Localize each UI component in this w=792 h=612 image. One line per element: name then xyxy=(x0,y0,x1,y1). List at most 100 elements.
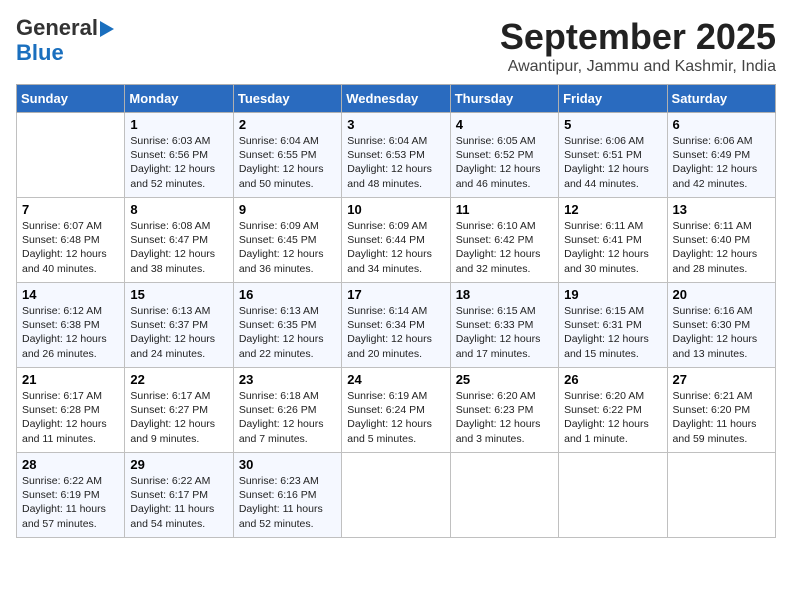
weekday-header-cell: Tuesday xyxy=(233,85,341,113)
calendar-week-row: 21Sunrise: 6:17 AM Sunset: 6:28 PM Dayli… xyxy=(17,368,776,453)
day-info: Sunrise: 6:09 AM Sunset: 6:44 PM Dayligh… xyxy=(347,219,444,276)
day-number: 6 xyxy=(673,117,770,132)
day-number: 11 xyxy=(456,202,553,217)
day-number: 29 xyxy=(130,457,227,472)
calendar-day-cell: 2 Sunrise: 6:04 AM Sunset: 6:55 PM Daylig… xyxy=(233,113,341,198)
day-info: Sunrise: 6:20 AM Sunset: 6:23 PM Dayligh… xyxy=(456,389,553,446)
calendar-day-cell: 30 Sunrise: 6:23 AM Sunset: 6:16 PM Dayli… xyxy=(233,453,341,538)
logo-blue: Blue xyxy=(16,40,64,66)
calendar-day-cell xyxy=(667,453,775,538)
day-info: Sunrise: 6:21 AM Sunset: 6:20 PM Dayligh… xyxy=(673,389,770,446)
day-number: 24 xyxy=(347,372,444,387)
day-info: Sunrise: 6:15 AM Sunset: 6:33 PM Dayligh… xyxy=(456,304,553,361)
day-info: Sunrise: 6:12 AM Sunset: 6:38 PM Dayligh… xyxy=(22,304,119,361)
day-number: 7 xyxy=(22,202,119,217)
location-subtitle: Awantipur, Jammu and Kashmir, India xyxy=(500,58,776,76)
day-info: Sunrise: 6:14 AM Sunset: 6:34 PM Dayligh… xyxy=(347,304,444,361)
day-number: 15 xyxy=(130,287,227,302)
day-info: Sunrise: 6:05 AM Sunset: 6:52 PM Dayligh… xyxy=(456,134,553,191)
weekday-header-cell: Monday xyxy=(125,85,233,113)
calendar-week-row: 1Sunrise: 6:03 AM Sunset: 6:56 PM Daylig… xyxy=(17,113,776,198)
day-info: Sunrise: 6:19 AM Sunset: 6:24 PM Dayligh… xyxy=(347,389,444,446)
day-number: 25 xyxy=(456,372,553,387)
day-number: 4 xyxy=(456,117,553,132)
day-number: 13 xyxy=(673,202,770,217)
calendar-day-cell xyxy=(559,453,667,538)
day-number: 18 xyxy=(456,287,553,302)
day-number: 17 xyxy=(347,287,444,302)
calendar-day-cell: 1Sunrise: 6:03 AM Sunset: 6:56 PM Daylig… xyxy=(125,113,233,198)
weekday-header-cell: Friday xyxy=(559,85,667,113)
calendar-day-cell: 5 Sunrise: 6:06 AM Sunset: 6:51 PM Daylig… xyxy=(559,113,667,198)
calendar-day-cell: 12 Sunrise: 6:11 AM Sunset: 6:41 PM Dayli… xyxy=(559,198,667,283)
calendar-day-cell: 22Sunrise: 6:17 AM Sunset: 6:27 PM Dayli… xyxy=(125,368,233,453)
logo: General Blue xyxy=(16,16,122,66)
calendar-day-cell xyxy=(342,453,450,538)
calendar-day-cell: 18 Sunrise: 6:15 AM Sunset: 6:33 PM Dayli… xyxy=(450,283,558,368)
day-info: Sunrise: 6:06 AM Sunset: 6:49 PM Dayligh… xyxy=(673,134,770,191)
day-info: Sunrise: 6:15 AM Sunset: 6:31 PM Dayligh… xyxy=(564,304,661,361)
day-info: Sunrise: 6:23 AM Sunset: 6:16 PM Dayligh… xyxy=(239,474,336,531)
day-info: Sunrise: 6:18 AM Sunset: 6:26 PM Dayligh… xyxy=(239,389,336,446)
day-number: 5 xyxy=(564,117,661,132)
day-info: Sunrise: 6:06 AM Sunset: 6:51 PM Dayligh… xyxy=(564,134,661,191)
calendar-day-cell: 29 Sunrise: 6:22 AM Sunset: 6:17 PM Dayli… xyxy=(125,453,233,538)
calendar-day-cell: 10 Sunrise: 6:09 AM Sunset: 6:44 PM Dayli… xyxy=(342,198,450,283)
day-number: 27 xyxy=(673,372,770,387)
day-info: Sunrise: 6:10 AM Sunset: 6:42 PM Dayligh… xyxy=(456,219,553,276)
day-info: Sunrise: 6:09 AM Sunset: 6:45 PM Dayligh… xyxy=(239,219,336,276)
day-info: Sunrise: 6:13 AM Sunset: 6:35 PM Dayligh… xyxy=(239,304,336,361)
calendar-day-cell: 13 Sunrise: 6:11 AM Sunset: 6:40 PM Dayli… xyxy=(667,198,775,283)
calendar-day-cell: 4 Sunrise: 6:05 AM Sunset: 6:52 PM Daylig… xyxy=(450,113,558,198)
calendar-day-cell: 25 Sunrise: 6:20 AM Sunset: 6:23 PM Dayli… xyxy=(450,368,558,453)
day-info: Sunrise: 6:22 AM Sunset: 6:19 PM Dayligh… xyxy=(22,474,119,531)
weekday-header-cell: Thursday xyxy=(450,85,558,113)
day-number: 30 xyxy=(239,457,336,472)
weekday-header-cell: Wednesday xyxy=(342,85,450,113)
calendar-day-cell: 7 Sunrise: 6:07 AM Sunset: 6:48 PM Daylig… xyxy=(17,198,125,283)
calendar-day-cell: 8 Sunrise: 6:08 AM Sunset: 6:47 PM Daylig… xyxy=(125,198,233,283)
calendar-day-cell: 11 Sunrise: 6:10 AM Sunset: 6:42 PM Dayli… xyxy=(450,198,558,283)
day-info: Sunrise: 6:04 AM Sunset: 6:53 PM Dayligh… xyxy=(347,134,444,191)
calendar-day-cell: 6 Sunrise: 6:06 AM Sunset: 6:49 PM Daylig… xyxy=(667,113,775,198)
day-number: 26 xyxy=(564,372,661,387)
day-info: Sunrise: 6:22 AM Sunset: 6:17 PM Dayligh… xyxy=(130,474,227,531)
calendar-day-cell: 3 Sunrise: 6:04 AM Sunset: 6:53 PM Daylig… xyxy=(342,113,450,198)
calendar-day-cell: 24 Sunrise: 6:19 AM Sunset: 6:24 PM Dayli… xyxy=(342,368,450,453)
logo-arrow-icon xyxy=(100,19,122,39)
calendar-day-cell: 23 Sunrise: 6:18 AM Sunset: 6:26 PM Dayli… xyxy=(233,368,341,453)
day-number: 20 xyxy=(673,287,770,302)
weekday-header-cell: Sunday xyxy=(17,85,125,113)
day-info: Sunrise: 6:11 AM Sunset: 6:40 PM Dayligh… xyxy=(673,219,770,276)
calendar-day-cell: 26Sunrise: 6:20 AM Sunset: 6:22 PM Dayli… xyxy=(559,368,667,453)
day-info: Sunrise: 6:16 AM Sunset: 6:30 PM Dayligh… xyxy=(673,304,770,361)
day-number: 23 xyxy=(239,372,336,387)
calendar-day-cell: 27 Sunrise: 6:21 AM Sunset: 6:20 PM Dayli… xyxy=(667,368,775,453)
day-info: Sunrise: 6:11 AM Sunset: 6:41 PM Dayligh… xyxy=(564,219,661,276)
day-number: 10 xyxy=(347,202,444,217)
calendar-day-cell: 15 Sunrise: 6:13 AM Sunset: 6:37 PM Dayli… xyxy=(125,283,233,368)
day-number: 1 xyxy=(130,117,227,132)
calendar-week-row: 28 Sunrise: 6:22 AM Sunset: 6:19 PM Dayli… xyxy=(17,453,776,538)
calendar-body: 1Sunrise: 6:03 AM Sunset: 6:56 PM Daylig… xyxy=(17,113,776,538)
calendar-day-cell: 14 Sunrise: 6:12 AM Sunset: 6:38 PM Dayli… xyxy=(17,283,125,368)
day-number: 8 xyxy=(130,202,227,217)
calendar-day-cell: 21Sunrise: 6:17 AM Sunset: 6:28 PM Dayli… xyxy=(17,368,125,453)
day-number: 3 xyxy=(347,117,444,132)
calendar-day-cell: 16 Sunrise: 6:13 AM Sunset: 6:35 PM Dayli… xyxy=(233,283,341,368)
day-number: 2 xyxy=(239,117,336,132)
day-number: 16 xyxy=(239,287,336,302)
day-info: Sunrise: 6:13 AM Sunset: 6:37 PM Dayligh… xyxy=(130,304,227,361)
calendar-day-cell xyxy=(450,453,558,538)
day-number: 14 xyxy=(22,287,119,302)
weekday-header-cell: Saturday xyxy=(667,85,775,113)
day-info: Sunrise: 6:08 AM Sunset: 6:47 PM Dayligh… xyxy=(130,219,227,276)
day-number: 28 xyxy=(22,457,119,472)
day-info: Sunrise: 6:04 AM Sunset: 6:55 PM Dayligh… xyxy=(239,134,336,191)
calendar-week-row: 14 Sunrise: 6:12 AM Sunset: 6:38 PM Dayli… xyxy=(17,283,776,368)
day-number: 9 xyxy=(239,202,336,217)
day-number: 12 xyxy=(564,202,661,217)
calendar-day-cell: 17 Sunrise: 6:14 AM Sunset: 6:34 PM Dayli… xyxy=(342,283,450,368)
day-info: Sunrise: 6:07 AM Sunset: 6:48 PM Dayligh… xyxy=(22,219,119,276)
day-number: 22 xyxy=(130,372,227,387)
